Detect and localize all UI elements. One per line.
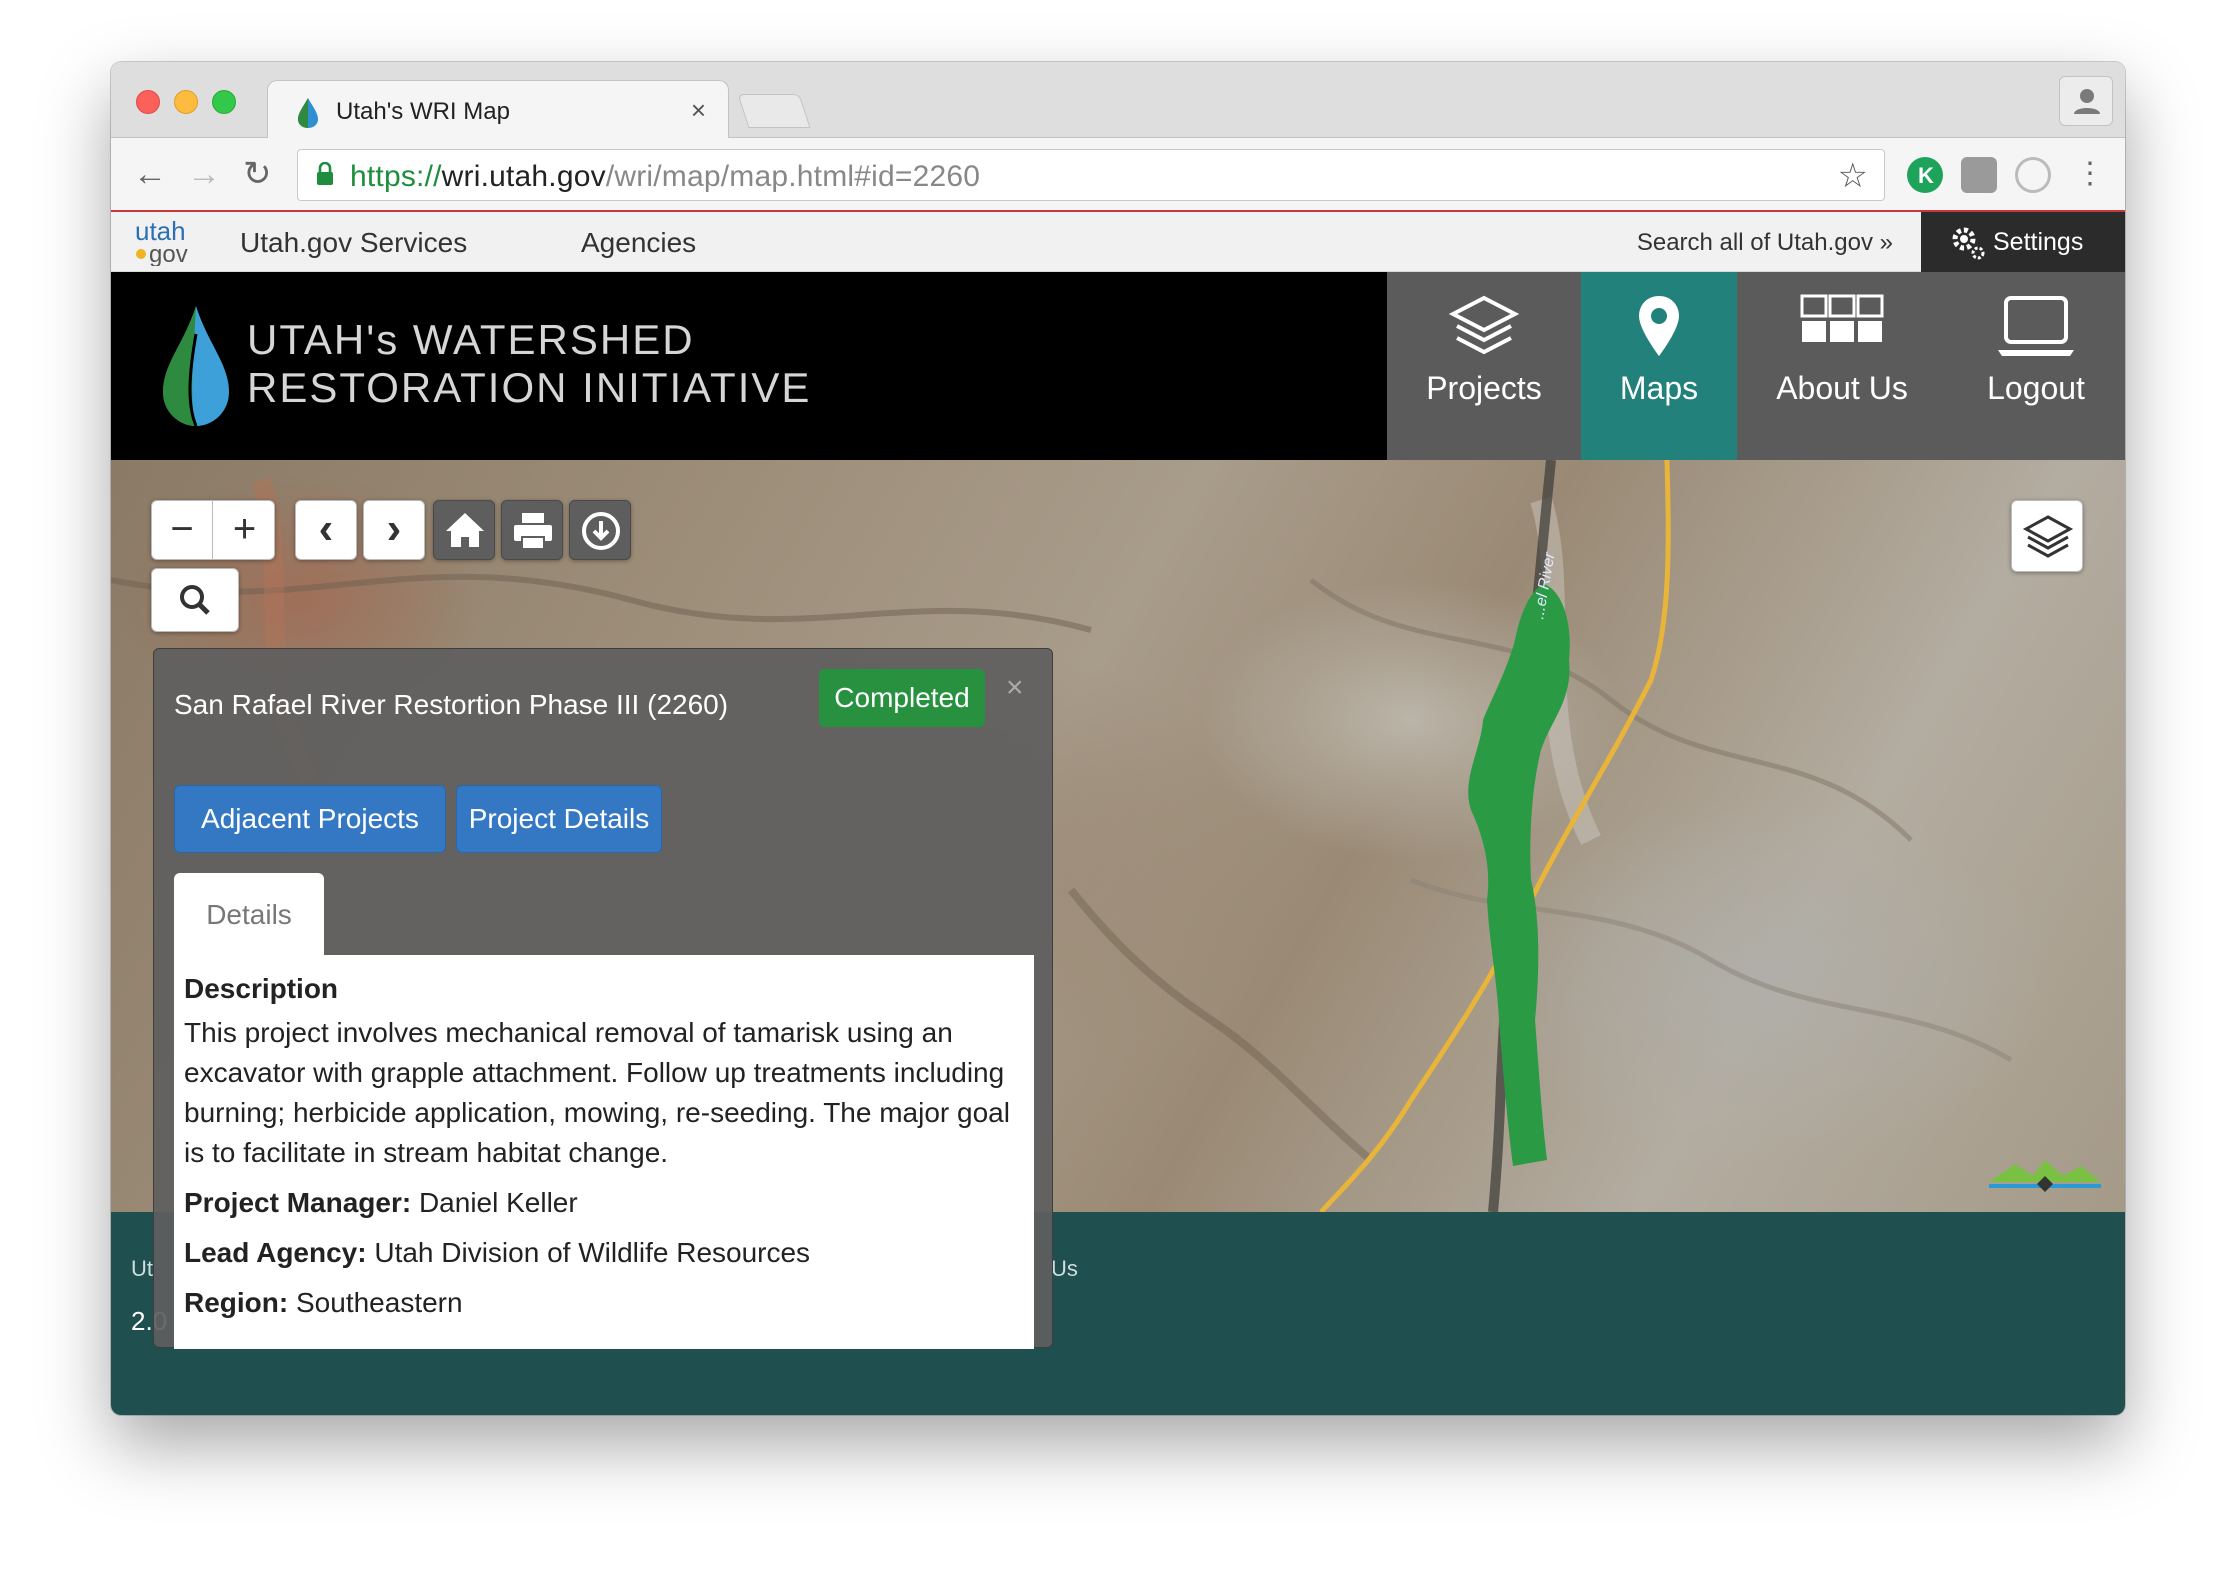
profile-button[interactable]: [2059, 76, 2113, 126]
download-icon: [582, 512, 620, 550]
nav-projects[interactable]: Projects: [1387, 272, 1581, 460]
description-heading: Description: [184, 973, 339, 1004]
footer-link-fragment[interactable]: Ut: [131, 1256, 153, 1282]
nav-about-us-label: About Us: [1776, 370, 1908, 406]
wri-drop-icon: [298, 98, 318, 128]
tab-strip: Utah's WRI Map ×: [111, 62, 2125, 139]
zoom-in-button[interactable]: +: [214, 501, 275, 559]
extension-eye-icon[interactable]: [2015, 157, 2051, 193]
gear-icon: [1952, 227, 1985, 260]
details-panel: Description This project involves mechan…: [174, 955, 1034, 1349]
forward-arrow-icon[interactable]: →: [187, 156, 221, 192]
settings-label: Settings: [1993, 228, 2084, 256]
browser-toolbar: ← → ↻ https://wri.utah.gov/wri/map/map.h…: [111, 138, 2125, 212]
settings-button[interactable]: Settings: [1921, 212, 2125, 272]
adjacent-projects-button[interactable]: Adjacent Projects: [174, 785, 446, 853]
project-details-button[interactable]: Project Details: [456, 785, 662, 853]
person-icon: [2074, 89, 2100, 114]
site-header: UTAH's WATERSHED RESTORATION INITIATIVE …: [111, 272, 2125, 460]
tab-title: Utah's WRI Map: [336, 98, 510, 125]
printer-icon: [514, 513, 552, 550]
nav-logout[interactable]: Logout: [1947, 272, 2125, 460]
nav-maps-label: Maps: [1619, 370, 1699, 406]
url-text: https://wri.utah.gov/wri/map/map.html#id…: [350, 160, 981, 193]
bookmark-star-icon[interactable]: ☆: [1838, 156, 1868, 196]
utah-gov-services-link[interactable]: Utah.gov Services: [240, 227, 467, 259]
minimize-window-button[interactable]: [174, 90, 198, 114]
tab-details-label: Details: [206, 899, 292, 930]
project-polygon[interactable]: [1468, 584, 1570, 1166]
forward-extent-button[interactable]: ›: [363, 500, 425, 560]
footer-about-link[interactable]: Us: [1051, 1256, 1078, 1282]
back-extent-button[interactable]: ‹: [295, 500, 357, 560]
reload-icon[interactable]: ↻: [243, 156, 272, 192]
wri-logo-drop-icon[interactable]: [159, 304, 233, 428]
new-tab-button[interactable]: [737, 94, 811, 128]
nav-about-us[interactable]: About Us: [1737, 272, 1947, 460]
laptop-icon: [1998, 296, 2074, 356]
search-icon: [180, 585, 210, 615]
description-text: This project involves mechanical removal…: [184, 1017, 1010, 1168]
extension-grey-icon[interactable]: [1961, 157, 1997, 193]
lead-agency-row: Lead Agency: Utah Division of Wildlife R…: [184, 1237, 811, 1268]
download-button[interactable]: [569, 500, 631, 560]
zoom-control: − +: [151, 500, 275, 560]
search-button[interactable]: [151, 568, 239, 632]
status-badge: Completed: [819, 669, 985, 727]
home-icon: [446, 513, 484, 547]
utah-gov-logo[interactable]: utah gov: [133, 218, 197, 266]
layers-icon: [1449, 295, 1519, 355]
lock-icon: [317, 162, 333, 185]
region-row: Region: Southeastern: [184, 1287, 463, 1318]
project-title: San Rafael River Restortion Phase III (2…: [174, 689, 729, 720]
extension-k-icon[interactable]: K: [1907, 157, 1943, 193]
search-utah-link[interactable]: Search all of Utah.gov »: [1637, 229, 1893, 257]
zoom-out-button[interactable]: −: [152, 501, 213, 559]
browser-window: Utah's WRI Map × ← → ↻ https://wri.utah.…: [111, 62, 2125, 1415]
agencies-link[interactable]: Agencies: [581, 227, 696, 259]
home-button[interactable]: [433, 500, 495, 560]
map-pin-icon: [1639, 296, 1679, 356]
back-arrow-icon[interactable]: ←: [133, 156, 167, 192]
popup-close-icon[interactable]: ×: [1006, 671, 1024, 705]
tab-close-icon[interactable]: ×: [691, 95, 706, 126]
address-bar[interactable]: https://wri.utah.gov/wri/map/map.html#id…: [297, 149, 1885, 201]
nav-logout-label: Logout: [1987, 370, 2085, 406]
close-window-button[interactable]: [136, 90, 160, 114]
tab-details[interactable]: Details: [174, 873, 324, 955]
browser-tab-active[interactable]: Utah's WRI Map ×: [267, 80, 729, 139]
svg-text:K: K: [1918, 163, 1934, 188]
project-manager-row: Project Manager: Daniel Keller: [184, 1187, 578, 1218]
project-popup: San Rafael River Restortion Phase III (2…: [153, 648, 1053, 1349]
site-title-line1: UTAH's WATERSHED: [247, 316, 695, 363]
menu-dots-icon[interactable]: ⋮: [2075, 156, 2105, 192]
layers-icon: [2022, 515, 2074, 558]
site-title-line2: RESTORATION INITIATIVE: [247, 364, 812, 411]
svg-text:gov: gov: [149, 241, 188, 266]
agrc-logo: [1989, 1160, 2101, 1192]
layers-toggle-button[interactable]: [2011, 500, 2083, 572]
utah-gov-bar: utah gov Utah.gov Services Agencies Sear…: [111, 212, 2125, 272]
grid-icon: [1800, 294, 1884, 342]
print-button[interactable]: [501, 500, 563, 560]
maximize-window-button[interactable]: [212, 90, 236, 114]
nav-projects-label: Projects: [1426, 370, 1542, 406]
nav-maps[interactable]: Maps: [1581, 272, 1737, 460]
